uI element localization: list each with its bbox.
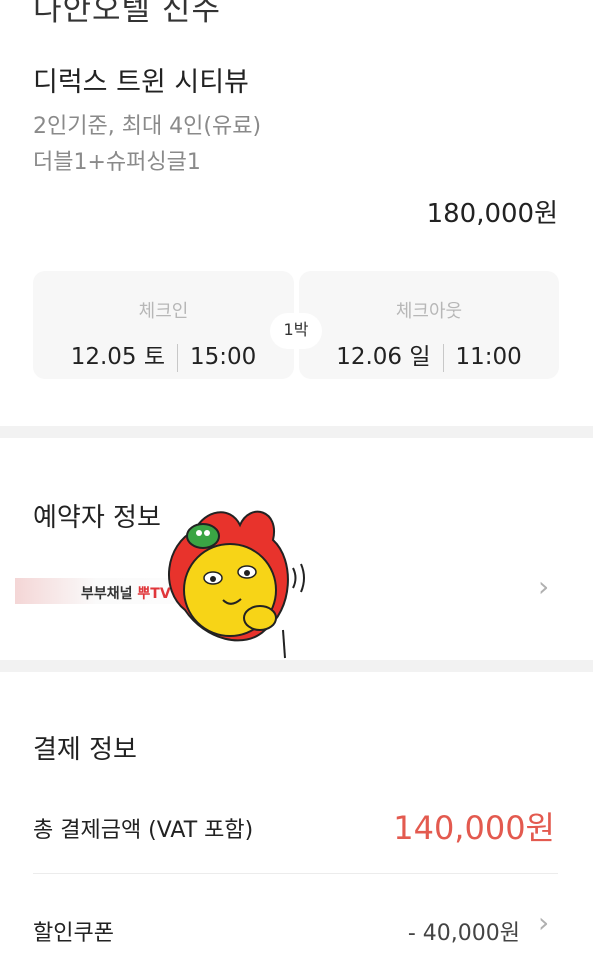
chevron-right-icon[interactable]: › xyxy=(538,906,549,939)
room-bed-type: 더블1+슈퍼싱글1 xyxy=(33,150,201,175)
checkin-box: 체크인 12.05 토 15:00 xyxy=(33,271,294,379)
checkin-label: 체크인 xyxy=(138,301,189,322)
section-divider xyxy=(0,660,593,672)
checkout-time: 11:00 xyxy=(455,344,522,370)
room-name: 디럭스 트윈 시티뷰 xyxy=(33,67,249,98)
coupon-value[interactable]: - 40,000원 xyxy=(408,915,520,947)
reserver-section-title: 예약자 정보 xyxy=(33,503,161,533)
payment-section-title: 결제 정보 xyxy=(33,735,137,765)
checkin-date: 12.05 토 xyxy=(70,344,166,370)
total-amount-value: 140,000원 xyxy=(393,809,555,847)
checkin-value: 12.05 토 15:00 xyxy=(33,337,294,372)
cartoon-sticker-icon xyxy=(168,510,305,659)
date-separator xyxy=(177,343,179,372)
total-amount-label: 총 결제금액 (VAT 포함) xyxy=(33,818,254,843)
chevron-right-icon[interactable]: › xyxy=(538,570,549,603)
watermark-black: 부부채널 xyxy=(81,586,138,602)
room-capacity: 2인기준, 최대 4인(유료) xyxy=(33,114,262,139)
checkout-date: 12.06 일 xyxy=(336,344,431,370)
checkout-value: 12.06 일 11:00 xyxy=(299,337,559,372)
room-price: 180,000원 xyxy=(426,199,558,229)
section-divider xyxy=(0,426,593,438)
nights-badge: 1박 xyxy=(270,313,322,349)
date-separator xyxy=(442,343,444,372)
checkin-time: 15:00 xyxy=(190,344,257,370)
coupon-label: 할인쿠폰 xyxy=(33,921,114,946)
hotel-title: 다안오텔 신주 xyxy=(33,0,221,28)
row-divider xyxy=(33,873,558,874)
checkout-box: 체크아웃 12.06 일 11:00 xyxy=(299,271,559,379)
checkout-label: 체크아웃 xyxy=(395,301,463,322)
